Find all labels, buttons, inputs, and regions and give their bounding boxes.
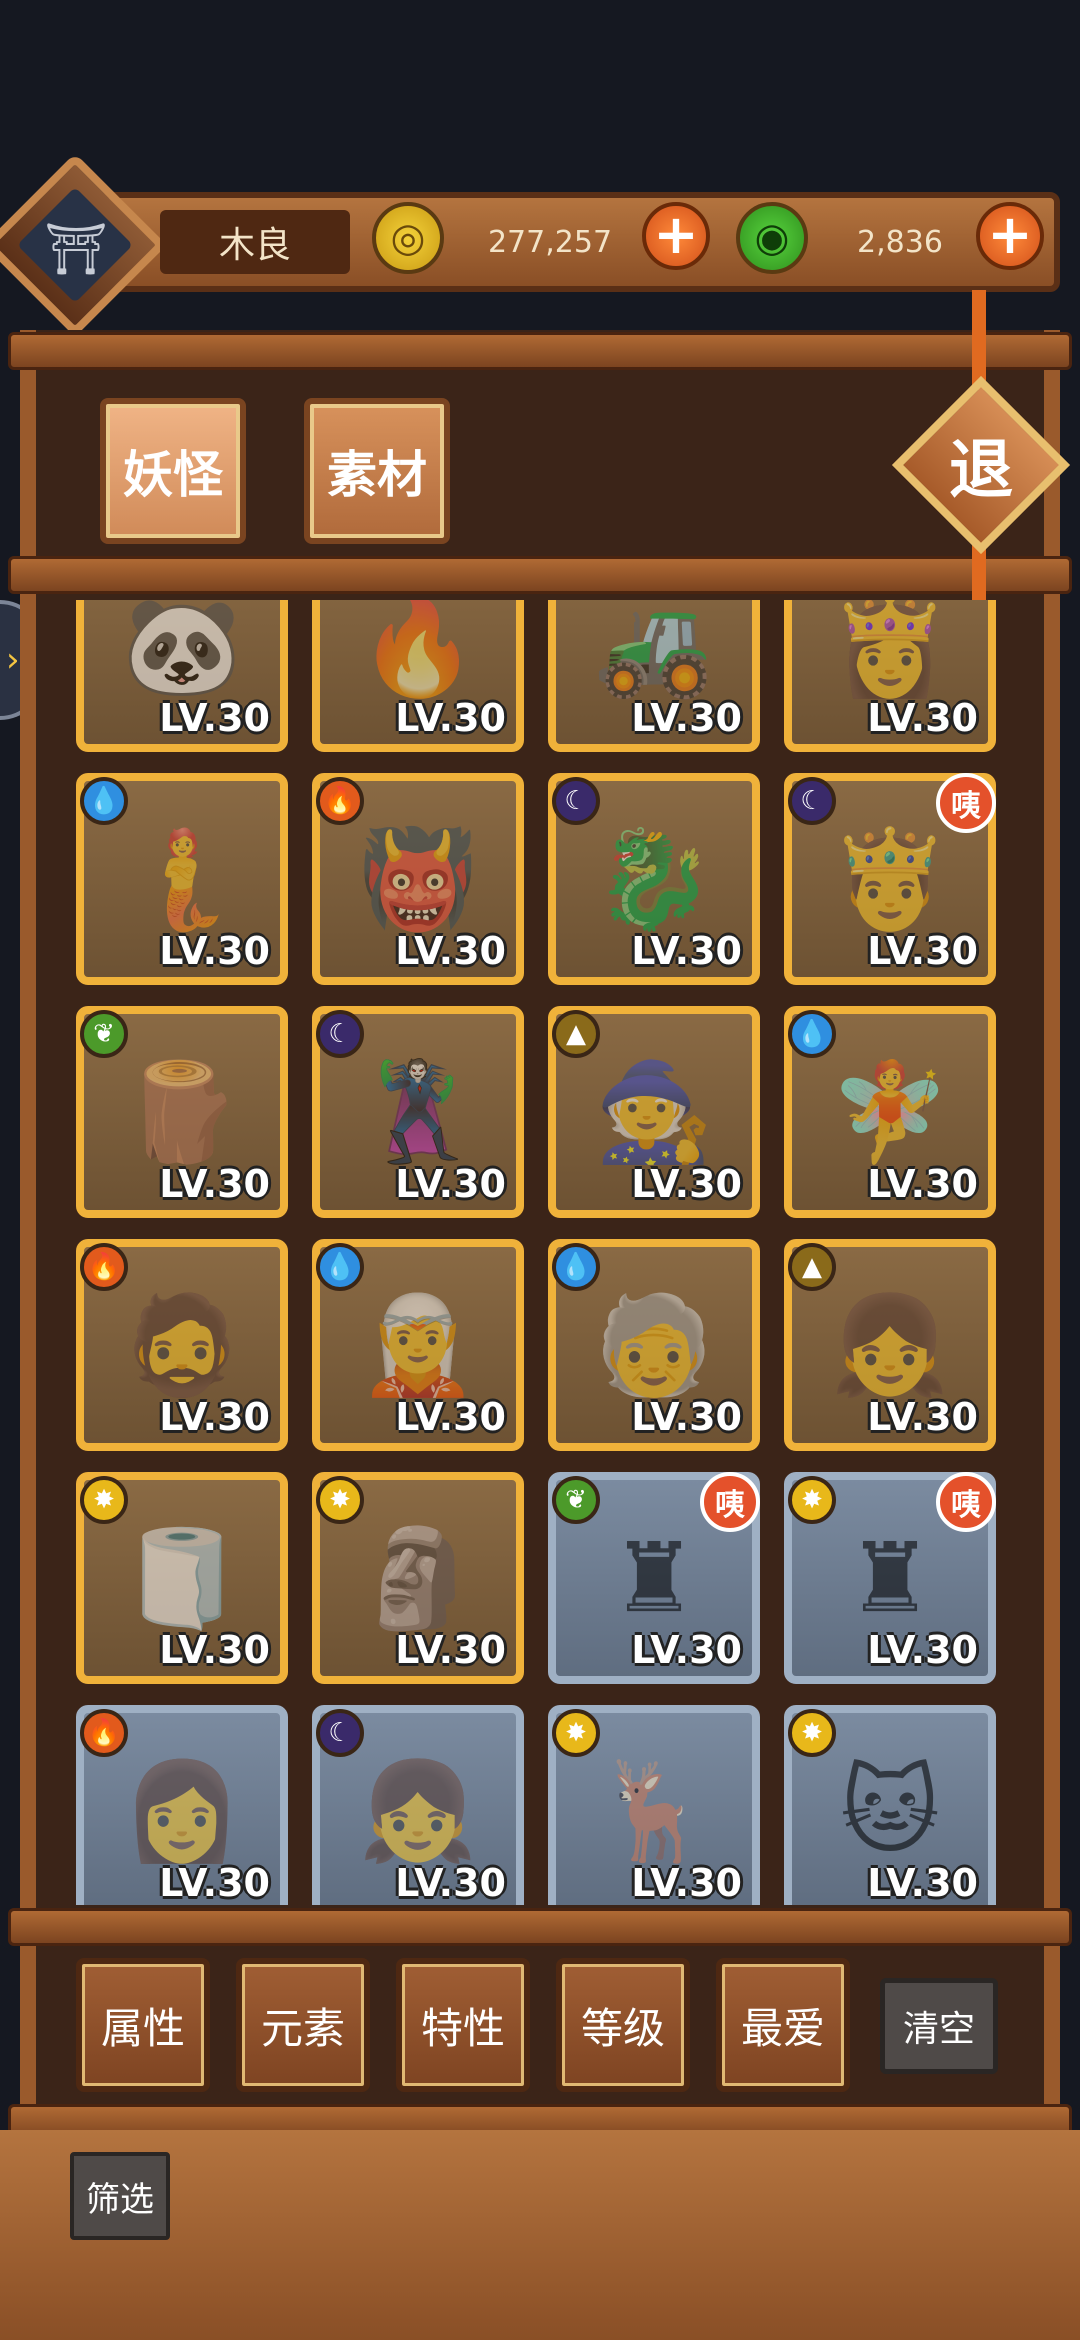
yokai-card[interactable]: 🚜 LV.30 (548, 600, 760, 752)
yokai-card[interactable]: 🔥 LV.30 (312, 600, 524, 752)
gold-coin-icon: ◎ (372, 202, 444, 274)
chevron-right-icon: › (6, 640, 20, 680)
yokai-card[interactable]: 🧚 💧 LV.30 (784, 1006, 996, 1218)
exit-label: 退 (949, 434, 1013, 508)
tab-yokai[interactable]: 妖怪 (100, 398, 246, 544)
yokai-card[interactable]: ♜ ❦ 咦 LV.30 (548, 1472, 760, 1684)
fire-element-icon: 🔥 (80, 1243, 128, 1291)
yokai-card[interactable]: 🐱 ✸ LV.30 (784, 1705, 996, 1905)
filter-favorite-button[interactable]: 最爱 (716, 1958, 850, 2092)
filter-level-button[interactable]: 等级 (556, 1958, 690, 2092)
level-label: LV.30 (631, 1395, 742, 1439)
yokai-card[interactable]: 🧜 💧 LV.30 (76, 773, 288, 985)
level-label: LV.30 (395, 1628, 506, 1672)
level-label: LV.30 (631, 1162, 742, 1206)
new-badge: 咦 (936, 773, 996, 833)
filter-trait-button[interactable]: 特性 (396, 1958, 530, 2092)
add-gold-button[interactable]: + (642, 202, 710, 270)
lantern-icon: ⛩ (44, 219, 108, 278)
exit-button[interactable]: 退 (891, 375, 1071, 555)
level-label: LV.30 (631, 696, 742, 740)
yokai-card[interactable]: 🦹 ☾ LV.30 (312, 1006, 524, 1218)
level-label: LV.30 (159, 1162, 270, 1206)
earth-element-icon: ▲ (552, 1010, 600, 1058)
gold-amount: 277,257 (487, 224, 613, 260)
player-name: 木良 (160, 210, 350, 274)
yokai-card[interactable]: 🧝 💧 LV.30 (312, 1239, 524, 1451)
jade-coin-icon: ◉ (736, 202, 808, 274)
level-label: LV.30 (159, 1628, 270, 1672)
level-label: LV.30 (159, 929, 270, 973)
filter-attribute-button[interactable]: 属性 (76, 1958, 210, 2092)
yokai-card[interactable]: 🧙 ▲ LV.30 (548, 1006, 760, 1218)
wood-element-icon: ❦ (80, 1010, 128, 1058)
water-element-icon: 💧 (316, 1243, 364, 1291)
light-element-icon: ✸ (316, 1476, 364, 1524)
level-label: LV.30 (867, 1628, 978, 1672)
water-element-icon: 💧 (80, 777, 128, 825)
level-label: LV.30 (159, 696, 270, 740)
yokai-card[interactable]: 👹 🔥 LV.30 (312, 773, 524, 985)
yokai-card[interactable]: 🪵 ❦ LV.30 (76, 1006, 288, 1218)
jade-amount: 2,836 (857, 224, 943, 260)
level-label: LV.30 (159, 1861, 270, 1905)
water-element-icon: 💧 (788, 1010, 836, 1058)
light-element-icon: ✸ (552, 1709, 600, 1757)
earth-element-icon: ▲ (788, 1243, 836, 1291)
yokai-grid[interactable]: 🐼 LV.30 🔥 LV.30 🚜 LV.30 👸 LV.30 🧜 💧 LV.30 👹 🔥 LV.30 🐉 ☾… (60, 600, 1020, 1905)
level-label: LV.30 (395, 1861, 506, 1905)
level-label: LV.30 (631, 1628, 742, 1672)
tassel-top (972, 290, 986, 390)
filter-element-button[interactable]: 元素 (236, 1958, 370, 2092)
light-element-icon: ✸ (80, 1476, 128, 1524)
yokai-card[interactable]: 🧓 💧 LV.30 (548, 1239, 760, 1451)
new-badge: 咦 (936, 1472, 996, 1532)
yokai-card[interactable]: 👸 LV.30 (784, 600, 996, 752)
yokai-card[interactable]: 🗿 ✸ LV.30 (312, 1472, 524, 1684)
clear-filter-button[interactable]: 清空 (880, 1978, 998, 2074)
yokai-card[interactable]: 👧 ☾ LV.30 (312, 1705, 524, 1905)
yokai-card[interactable]: 🧻 ✸ LV.30 (76, 1472, 288, 1684)
fire-element-icon: 🔥 (316, 777, 364, 825)
yokai-card[interactable]: ♜ ✸ 咦 LV.30 (784, 1472, 996, 1684)
level-label: LV.30 (395, 696, 506, 740)
light-element-icon: ✸ (788, 1709, 836, 1757)
dark-element-icon: ☾ (788, 777, 836, 825)
dark-element-icon: ☾ (552, 777, 600, 825)
shelf-beam (8, 556, 1072, 594)
add-jade-button[interactable]: + (976, 202, 1044, 270)
screen-button[interactable]: 筛选 (70, 2152, 170, 2240)
light-element-icon: ✸ (788, 1476, 836, 1524)
new-badge: 咦 (700, 1472, 760, 1532)
level-label: LV.30 (867, 1162, 978, 1206)
fire-element-icon: 🔥 (80, 1709, 128, 1757)
tab-materials[interactable]: 素材 (304, 398, 450, 544)
filter-bar: 属性 元素 特性 等级 最爱 清空 (0, 1930, 1080, 2130)
resource-bar: ⛩ 木良 ◎ 277,257 + ◉ 2,836 + (0, 153, 1070, 337)
wood-element-icon: ❦ (552, 1476, 600, 1524)
level-label: LV.30 (395, 1162, 506, 1206)
top-beam (8, 332, 1072, 370)
level-label: LV.30 (867, 929, 978, 973)
yokai-card[interactable]: 🦌 ✸ LV.30 (548, 1705, 760, 1905)
level-label: LV.30 (867, 1861, 978, 1905)
dark-element-icon: ☾ (316, 1709, 364, 1757)
yokai-card[interactable]: 🐼 LV.30 (76, 600, 288, 752)
level-label: LV.30 (867, 696, 978, 740)
level-label: LV.30 (159, 1395, 270, 1439)
yokai-card[interactable]: 🤴 ☾ 咦 LV.30 (784, 773, 996, 985)
yokai-card[interactable]: 👩 🔥 LV.30 (76, 1705, 288, 1905)
dark-element-icon: ☾ (316, 1010, 364, 1058)
level-label: LV.30 (867, 1395, 978, 1439)
level-label: LV.30 (631, 1861, 742, 1905)
level-label: LV.30 (631, 929, 742, 973)
level-label: LV.30 (395, 929, 506, 973)
yokai-card[interactable]: 🐉 ☾ LV.30 (548, 773, 760, 985)
yokai-card[interactable]: 🧔 🔥 LV.30 (76, 1239, 288, 1451)
water-element-icon: 💧 (552, 1243, 600, 1291)
yokai-card[interactable]: 👧 ▲ LV.30 (784, 1239, 996, 1451)
level-label: LV.30 (395, 1395, 506, 1439)
